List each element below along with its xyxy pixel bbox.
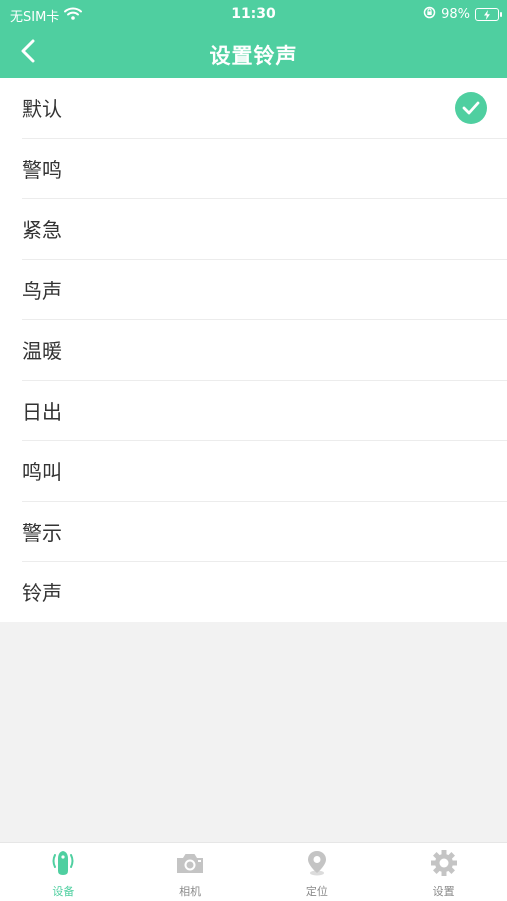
ringtone-item[interactable]: 鸣叫 bbox=[22, 441, 507, 502]
ringtone-label: 默认 bbox=[22, 97, 62, 122]
tab-label: 定位 bbox=[305, 885, 328, 898]
ringtone-item[interactable]: 铃声 bbox=[22, 562, 507, 622]
tab-bar: 设备 相机 定位 设置 bbox=[0, 842, 507, 901]
ringtone-label: 警示 bbox=[22, 520, 62, 545]
camera-icon bbox=[174, 849, 206, 881]
ringtone-label: 日出 bbox=[22, 399, 62, 424]
battery-percent: 98% bbox=[441, 7, 470, 22]
location-pin-icon bbox=[303, 849, 331, 881]
orientation-lock-icon bbox=[423, 6, 436, 23]
ringtone-item[interactable]: 鸟声 bbox=[22, 260, 507, 320]
ringtone-label: 警鸣 bbox=[22, 157, 62, 182]
nav-bar: 设置铃声 bbox=[0, 28, 507, 78]
tab-label: 设置 bbox=[432, 885, 455, 898]
ringtone-label: 鸣叫 bbox=[22, 460, 62, 485]
ringtone-label: 温暖 bbox=[22, 339, 62, 364]
tab-settings[interactable]: 设置 bbox=[380, 843, 507, 901]
ringtone-label: 紧急 bbox=[22, 218, 62, 243]
tab-location[interactable]: 定位 bbox=[254, 843, 381, 901]
header: 无SIM卡 11:30 98% 设置铃声 bbox=[0, 0, 507, 78]
ringtone-list: 默认 警鸣 紧急 鸟声 温暖 日出 鸣叫 警示 铃声 bbox=[0, 78, 507, 622]
tab-camera[interactable]: 相机 bbox=[127, 843, 254, 901]
check-icon bbox=[455, 92, 487, 124]
ringtone-item[interactable]: 警鸣 bbox=[22, 139, 507, 199]
ringtone-label: 鸟声 bbox=[22, 278, 62, 303]
page-title: 设置铃声 bbox=[209, 44, 298, 68]
ringtone-item[interactable]: 温暖 bbox=[22, 320, 507, 381]
status-right: 98% bbox=[423, 6, 502, 23]
ringtone-label: 铃声 bbox=[22, 581, 62, 606]
battery-icon bbox=[475, 8, 502, 21]
tab-label: 相机 bbox=[179, 885, 202, 898]
ringtone-item[interactable]: 警示 bbox=[22, 502, 507, 562]
tab-device[interactable]: 设备 bbox=[0, 843, 127, 901]
ringtone-item[interactable]: 默认 bbox=[22, 78, 507, 139]
device-icon bbox=[48, 849, 78, 881]
ringtone-item[interactable]: 日出 bbox=[22, 381, 507, 441]
status-bar: 无SIM卡 11:30 98% bbox=[0, 0, 507, 28]
ringtone-item[interactable]: 紧急 bbox=[22, 199, 507, 260]
gear-icon bbox=[429, 849, 459, 881]
tab-label: 设备 bbox=[52, 885, 75, 898]
